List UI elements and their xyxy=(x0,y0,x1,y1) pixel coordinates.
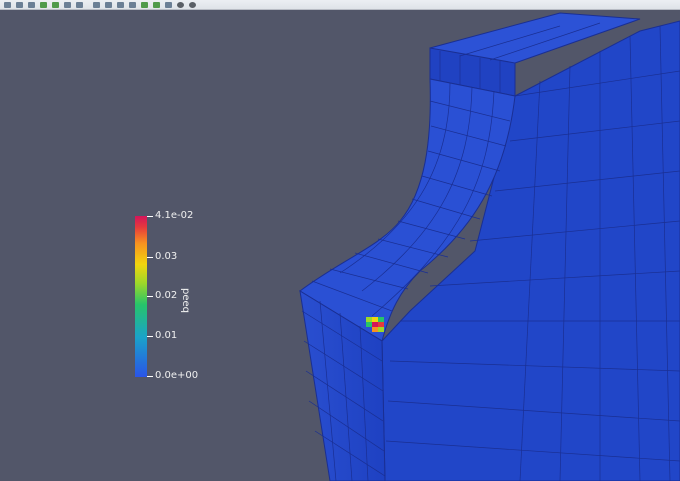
view-axis-z-icon[interactable] xyxy=(103,0,114,9)
scalar-colorbar[interactable] xyxy=(135,216,147,377)
grow-selection-icon[interactable] xyxy=(163,0,174,9)
colorbar-tick xyxy=(147,376,153,377)
clear-selection-icon[interactable] xyxy=(187,0,198,9)
colorbar-label: 0.02 xyxy=(155,290,178,301)
colorbar-label: 0.01 xyxy=(155,330,178,341)
colorbar-label: 0.03 xyxy=(155,251,178,262)
zoom-closest-icon[interactable] xyxy=(26,0,37,9)
select-points-icon[interactable] xyxy=(127,0,138,9)
view-axis-y-icon[interactable] xyxy=(91,0,102,9)
interactive-select-icon[interactable] xyxy=(151,0,162,9)
shrink-selection-icon[interactable] xyxy=(175,0,186,9)
colorbar-tick xyxy=(147,336,153,337)
colorbar-title: peeq xyxy=(180,288,191,313)
select-cells-icon[interactable] xyxy=(115,0,126,9)
rotate-90-icon[interactable] xyxy=(62,0,73,9)
select-frustum-icon[interactable] xyxy=(139,0,150,9)
camera-redo-icon[interactable] xyxy=(50,0,61,9)
colorbar-label-min: 0.0e+00 xyxy=(155,370,199,381)
camera-undo-icon[interactable] xyxy=(38,0,49,9)
reset-camera-icon[interactable] xyxy=(2,0,13,9)
colorbar-tick xyxy=(147,257,153,258)
render-viewport[interactable] xyxy=(0,11,680,481)
colorbar-label-max: 4.1e-02 xyxy=(155,210,194,221)
toolbar-separator xyxy=(86,0,90,9)
zoom-to-data-icon[interactable] xyxy=(14,0,25,9)
colorbar-tick xyxy=(147,216,153,217)
view-axis-x-icon[interactable] xyxy=(74,0,85,9)
colorbar-tick xyxy=(147,296,153,297)
view-toolbar xyxy=(0,0,680,10)
mesh-render xyxy=(299,12,680,481)
